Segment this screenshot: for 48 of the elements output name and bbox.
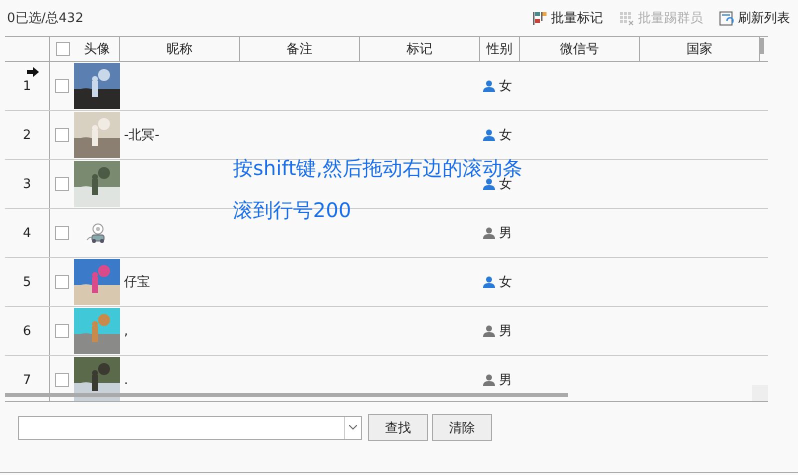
vertical-scrollbar-thumb[interactable]: [760, 38, 764, 54]
annotation-text: 按shift键,然后拖动右边的滚动条: [233, 158, 523, 178]
refresh-icon: [719, 10, 734, 26]
toolbar-button[interactable]: 刷新列表: [719, 9, 790, 27]
nickname: .: [124, 372, 128, 388]
gender-text: 男: [499, 225, 512, 242]
column-header[interactable]: 备注: [240, 37, 360, 61]
column-header[interactable]: 昵称: [120, 37, 240, 61]
flags-icon: [532, 10, 547, 26]
scrollbar-corner: [752, 385, 768, 401]
gender-text: 女: [499, 78, 512, 95]
row-number: 2: [22, 128, 32, 142]
gender-text: 女: [499, 127, 512, 144]
row-checkbox[interactable]: [55, 79, 69, 93]
select-all-checkbox[interactable]: [56, 42, 70, 56]
nickname: -北冥-: [124, 127, 160, 144]
gender-text: 男: [499, 372, 512, 389]
row-checkbox[interactable]: [55, 275, 69, 289]
annotation-text: 滚到行号200: [233, 200, 352, 220]
gender-text: 女: [499, 177, 512, 193]
toolbar-button[interactable]: 批量标记: [532, 9, 603, 27]
column-header[interactable]: 微信号: [520, 37, 640, 61]
column-header[interactable]: 标记: [360, 37, 480, 61]
row-number: 6: [22, 324, 32, 338]
row-checkbox[interactable]: [55, 373, 69, 387]
selection-count: 0已选/总432: [7, 10, 84, 27]
row-checkbox[interactable]: [55, 177, 69, 191]
row-checkbox[interactable]: [55, 324, 69, 338]
row-number: 1: [22, 78, 32, 94]
row-number: 7: [22, 372, 32, 388]
row-number: 4: [22, 226, 32, 240]
gender-text: 男: [499, 323, 512, 340]
row-checkbox[interactable]: [55, 226, 69, 240]
row-checkbox[interactable]: [55, 128, 69, 142]
nickname: ,: [124, 324, 128, 338]
horizontal-scrollbar-thumb[interactable]: [5, 393, 568, 397]
grid-icon: [619, 10, 634, 26]
gender-text: 女: [499, 274, 512, 291]
search-combo-field[interactable]: [18, 416, 362, 440]
arrow-icon: [27, 67, 39, 77]
search-button[interactable]: 查找: [368, 414, 428, 441]
row-number: 5: [22, 274, 32, 290]
column-header[interactable]: 头像: [84, 40, 110, 58]
row-number: 3: [22, 176, 32, 192]
column-header[interactable]: 性别: [480, 37, 520, 61]
search-button[interactable]: 清除: [432, 414, 492, 441]
nickname: 仔宝: [124, 274, 150, 291]
dropdown-caret-icon[interactable]: [349, 425, 357, 430]
